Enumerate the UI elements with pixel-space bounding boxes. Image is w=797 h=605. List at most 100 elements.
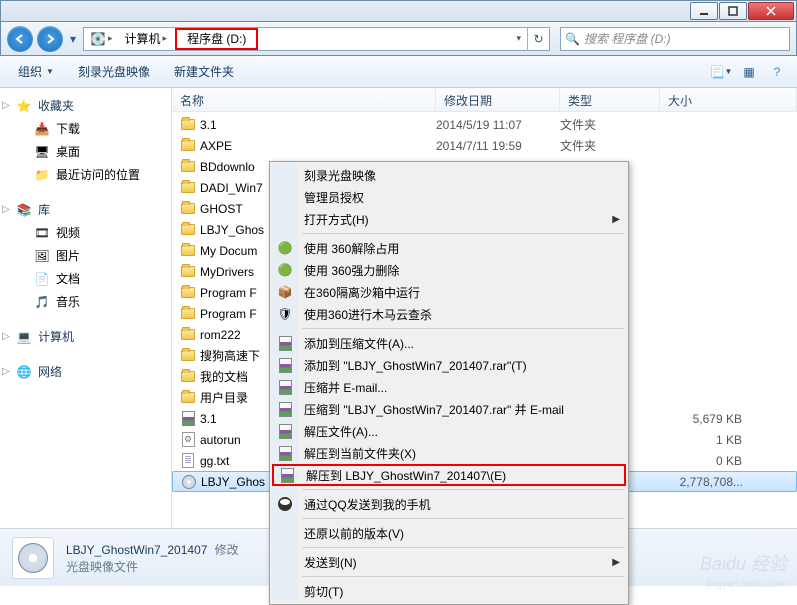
file-name: 3.1 xyxy=(200,118,217,132)
file-icon xyxy=(180,453,196,469)
file-row[interactable]: AXPE2014/7/11 19:59文件夹 xyxy=(172,135,797,156)
ctx-sendto[interactable]: 发送到(N)▶ xyxy=(272,551,626,573)
network-icon: 🌐 xyxy=(16,364,32,380)
computer-icon: 💻 xyxy=(16,329,32,345)
collapse-icon[interactable]: ▷ xyxy=(2,100,13,111)
collapse-icon[interactable]: ▷ xyxy=(2,366,13,377)
file-name: GHOST xyxy=(200,202,243,216)
chevron-down-icon[interactable]: ▾ xyxy=(516,33,521,44)
column-date[interactable]: 修改日期 xyxy=(436,88,560,111)
column-type[interactable]: 类型 xyxy=(560,88,660,111)
ctx-360-release[interactable]: 🟢使用 360解除占用 xyxy=(272,237,626,259)
file-icon xyxy=(180,159,196,175)
separator xyxy=(302,547,624,548)
ctx-add-to[interactable]: 添加到 "LBJY_GhostWin7_201407.rar"(T) xyxy=(272,354,626,376)
newfolder-button[interactable]: 新建文件夹 xyxy=(164,59,244,84)
forward-button[interactable] xyxy=(37,26,63,52)
maximize-button[interactable] xyxy=(719,2,747,20)
separator xyxy=(302,576,624,577)
ctx-burn[interactable]: 刻录光盘映像 xyxy=(272,164,626,186)
collapse-icon[interactable]: ▷ xyxy=(2,331,13,342)
sidebar-item-videos[interactable]: 🎞视频 xyxy=(0,221,171,244)
file-size: 2,778,708... xyxy=(661,475,751,489)
ctx-360-sandbox[interactable]: 📦在360隔离沙箱中运行 xyxy=(272,281,626,303)
ctx-email-zip[interactable]: 压缩并 E-mail... xyxy=(272,376,626,398)
file-size: 1 KB xyxy=(660,433,750,447)
preview-pane-button[interactable]: ▦ xyxy=(737,60,761,84)
ctx-360-trojan[interactable]: 🛡使用360进行木马云查杀 xyxy=(272,303,626,325)
ctx-cut[interactable]: 剪切(T) xyxy=(272,580,626,602)
download-icon: 📥 xyxy=(34,121,50,137)
search-icon: 🔍 xyxy=(565,32,580,46)
address-bar[interactable]: 💽▸ 计算机▸ 程序盘 (D:) ▾ ↻ xyxy=(83,27,550,51)
ctx-extract-here[interactable]: 解压到当前文件夹(X) xyxy=(272,442,626,464)
search-placeholder: 搜索 程序盘 (D:) xyxy=(584,30,671,47)
chevron-right-icon: ▸ xyxy=(108,33,113,44)
chevron-right-icon: ▸ xyxy=(163,33,168,44)
organize-button[interactable]: 组织▼ xyxy=(8,59,64,84)
refresh-button[interactable]: ↻ xyxy=(527,27,549,51)
360-icon: 🟢 xyxy=(277,240,293,256)
sidebar-item-documents[interactable]: 📄文档 xyxy=(0,267,171,290)
breadcrumb-computer[interactable]: 计算机 xyxy=(125,30,161,47)
file-name: 3.1 xyxy=(200,412,217,426)
toolbar: 组织▼ 刻录光盘映像 新建文件夹 📃▼ ▦ ? xyxy=(0,56,797,88)
collapse-icon[interactable]: ▷ xyxy=(2,204,13,215)
ctx-openwith[interactable]: 打开方式(H)▶ xyxy=(272,208,626,230)
file-type: 文件夹 xyxy=(560,137,660,154)
file-name: 搜狗高速下 xyxy=(200,347,260,364)
file-name: 用户目录 xyxy=(200,389,248,406)
back-button[interactable] xyxy=(7,26,33,52)
navigation-bar: ▾ 💽▸ 计算机▸ 程序盘 (D:) ▾ ↻ 🔍 搜索 程序盘 (D:) xyxy=(0,22,797,56)
minimize-button[interactable] xyxy=(690,2,718,20)
column-size[interactable]: 大小 xyxy=(660,88,797,111)
search-input[interactable]: 🔍 搜索 程序盘 (D:) xyxy=(560,27,790,51)
file-type: 文件夹 xyxy=(560,116,660,133)
selected-file-icon xyxy=(12,537,54,579)
file-row[interactable]: 3.12014/5/19 11:07文件夹 xyxy=(172,114,797,135)
sidebar-computer[interactable]: ▷💻计算机 xyxy=(0,325,171,348)
sidebar-item-downloads[interactable]: 📥下载 xyxy=(0,117,171,140)
ctx-restore[interactable]: 还原以前的版本(V) xyxy=(272,522,626,544)
file-icon xyxy=(180,222,196,238)
ctx-add-archive[interactable]: 添加到压缩文件(A)... xyxy=(272,332,626,354)
view-options-button[interactable]: 📃▼ xyxy=(709,60,733,84)
help-button[interactable]: ? xyxy=(765,60,789,84)
file-icon xyxy=(181,474,197,490)
rar-icon xyxy=(277,423,293,439)
selected-file-type: 光盘映像文件 xyxy=(66,558,239,575)
selected-file-name: LBJY_GhostWin7_201407 xyxy=(66,543,207,557)
file-icon xyxy=(180,201,196,217)
navigation-sidebar: ▷⭐收藏夹 📥下载 🖥桌面 📁最近访问的位置 ▷📚库 🎞视频 🖼图片 📄文档 🎵… xyxy=(0,88,172,528)
sidebar-network[interactable]: ▷🌐网络 xyxy=(0,360,171,383)
file-icon xyxy=(180,243,196,259)
breadcrumb-drive[interactable]: 程序盘 (D:) xyxy=(187,30,246,47)
video-icon: 🎞 xyxy=(34,225,50,241)
file-name: LBJY_Ghos xyxy=(200,223,264,237)
sidebar-favorites[interactable]: ▷⭐收藏夹 xyxy=(0,94,171,117)
column-name[interactable]: 名称 xyxy=(172,88,436,111)
recent-icon: 📁 xyxy=(34,167,50,183)
file-name: autorun xyxy=(200,433,241,447)
sidebar-item-recent[interactable]: 📁最近访问的位置 xyxy=(0,163,171,186)
history-dropdown[interactable]: ▾ xyxy=(67,29,79,49)
separator xyxy=(302,328,624,329)
sidebar-item-desktop[interactable]: 🖥桌面 xyxy=(0,140,171,163)
file-date: 2014/7/11 19:59 xyxy=(436,139,560,153)
ctx-admin[interactable]: 管理员授权 xyxy=(272,186,626,208)
close-button[interactable] xyxy=(748,2,794,20)
file-name: BDdownlo xyxy=(200,160,255,174)
ctx-email-zip-to[interactable]: 压缩到 "LBJY_GhostWin7_201407.rar" 并 E-mail xyxy=(272,398,626,420)
sidebar-libraries[interactable]: ▷📚库 xyxy=(0,198,171,221)
burn-button[interactable]: 刻录光盘映像 xyxy=(68,59,160,84)
ctx-qq-send[interactable]: 通过QQ发送到我的手机 xyxy=(272,493,626,515)
ctx-extract[interactable]: 解压文件(A)... xyxy=(272,420,626,442)
separator xyxy=(302,489,624,490)
rar-icon xyxy=(277,357,293,373)
ctx-extract-to[interactable]: 解压到 LBJY_GhostWin7_201407\(E) xyxy=(272,464,626,486)
file-icon xyxy=(180,138,196,154)
sidebar-item-music[interactable]: 🎵音乐 xyxy=(0,290,171,313)
ctx-360-force[interactable]: 🟢使用 360强力删除 xyxy=(272,259,626,281)
file-size: 0 KB xyxy=(660,454,750,468)
sidebar-item-pictures[interactable]: 🖼图片 xyxy=(0,244,171,267)
